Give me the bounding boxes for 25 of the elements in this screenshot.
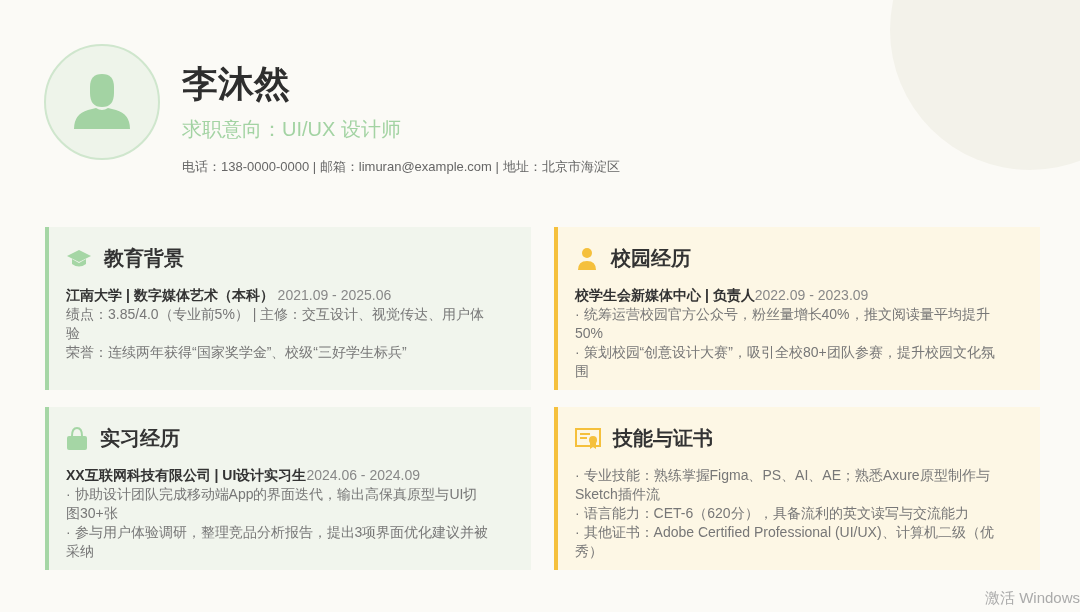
entry-line: · 协助设计团队完成移动端App的界面迭代，输出高保真原型与UI切图30+张	[66, 485, 479, 523]
section-title: 技能与证书	[613, 426, 713, 451]
handbag-icon	[66, 426, 88, 451]
entry-line: · 统筹运营校园官方公众号，粉丝量增长40%，推文阅读量平均提升50%	[575, 305, 991, 343]
entry-line: · 语言能力：CET-6（620分），具备流利的英文读写与交流能力	[575, 504, 970, 523]
entry-heading: 校学生会新媒体中心 | 负责人2022.09 - 2023.09	[575, 286, 870, 305]
entry-heading: XX互联网科技有限公司 | UI设计实习生2024.06 - 2024.09	[66, 466, 422, 485]
person-icon	[575, 246, 599, 271]
activation-notice: 激活 Windows	[984, 589, 1080, 608]
section-title: 实习经历	[100, 426, 180, 451]
entry-line: · 其他证书：Adobe Certified Professional (UI/UX)、计算机二级（优秀）	[575, 523, 995, 561]
entry-line: · 专业技能：熟练掌握Figma、PS、AI、AE；熟悉Axure原型制作与Sketch插件流	[575, 466, 991, 504]
person-silhouette-icon	[73, 73, 131, 131]
section-title: 教育背景	[104, 246, 184, 271]
section-title: 校园经历	[611, 246, 691, 271]
entry-line: · 策划校园“创意设计大赛”，吸引全校80+团队参赛，提升校园文化氛围	[575, 343, 996, 381]
entry-line: 荣誉：连续两年获得“国家奖学金”、校级“三好学生标兵”	[66, 343, 408, 362]
certificate-icon	[575, 427, 601, 450]
graduation-cap-icon	[66, 248, 92, 269]
entry-line: · 参与用户体验调研，整理竞品分析报告，提出3项界面优化建议并被采纳	[66, 523, 490, 561]
job-objective: 求职意向：UI/UX 设计师	[182, 117, 402, 142]
contact-info: 电话：138-0000-0000 | 邮箱：limuran@example.com | 地址：北京市海淀区	[182, 158, 620, 176]
entry-line: 绩点：3.85/4.0（专业前5%） | 主修：交互设计、视觉传达、用户体验	[66, 305, 486, 343]
candidate-name: 李沐然	[182, 62, 291, 106]
entry-heading: 江南大学 | 数字媒体艺术（本科） 2021.09 - 2025.06	[66, 286, 393, 305]
